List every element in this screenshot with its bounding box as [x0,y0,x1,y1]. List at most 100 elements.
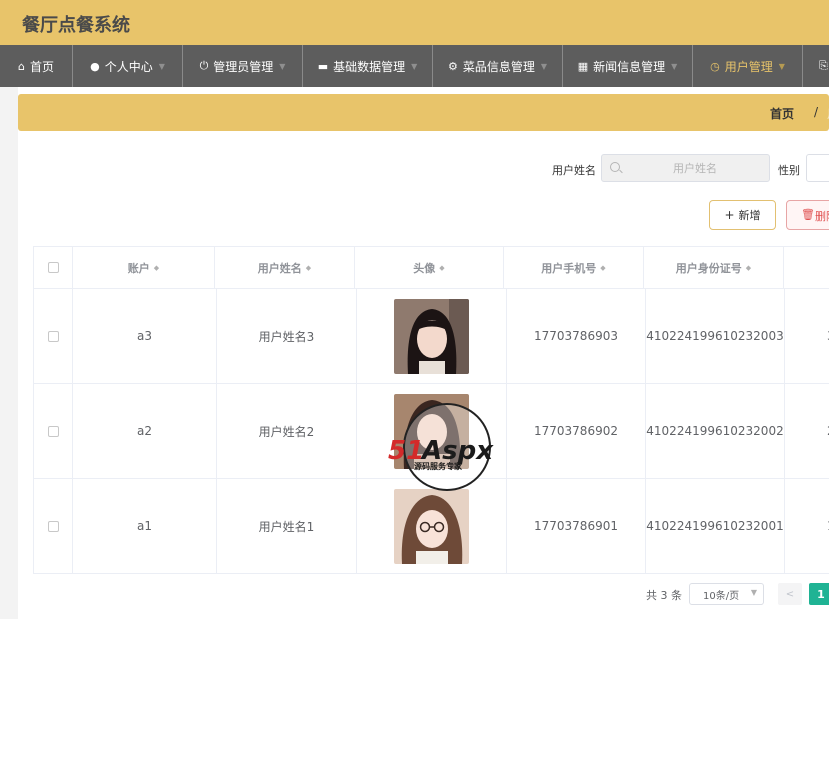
cell-user-name: 用户姓名1 [217,479,357,574]
nav-item-basic-data[interactable]: ▬ 基础数据管理 ▼ [303,45,433,87]
cell-extra: 2 [785,384,829,479]
name-search-field[interactable] [601,154,770,182]
chevron-down-icon: ▼ [671,61,678,71]
column-header-extra [784,247,829,289]
gender-select[interactable] [806,154,829,182]
cell-id-card: 410224199610232003 [646,289,785,384]
nav-item-dish-info[interactable]: ⚙ 菜品信息管理 ▼ [433,45,563,87]
column-header-id-card[interactable]: 用户身份证号 ◆ [644,247,784,289]
column-header-phone[interactable]: 用户手机号 ◆ [504,247,644,289]
home-icon: ⌂ [18,59,25,73]
row-select-cell [34,479,73,574]
sort-icon[interactable]: ◆ [600,264,605,272]
nav-label: 个人中心 [104,59,153,74]
nav-label: 菜品信息管理 [462,59,535,74]
nav-label: 管理员管理 [213,59,274,74]
column-header-label: 用户身份证号 [675,261,742,275]
chevron-down-icon: ▼ [158,61,165,71]
column-header-account[interactable]: 账户 ◆ [73,247,215,289]
cell-user-name: 用户姓名3 [217,289,357,384]
column-header-avatar[interactable]: 头像 ◆ [355,247,504,289]
add-button[interactable]: + 新增 [709,200,776,230]
name-search-label: 用户姓名 [552,164,596,177]
user-avatar[interactable] [394,488,469,564]
cell-avatar [357,384,507,479]
grid-icon: ▦ [577,59,589,73]
select-all-checkbox[interactable] [47,262,59,273]
monitor-icon: ▬ [317,59,329,73]
breadcrumb-home[interactable]: 首页 [770,105,794,122]
chevron-down-icon: ▼ [411,61,418,71]
gender-label: 性别 [778,164,800,177]
cell-avatar [357,479,507,574]
chevron-down-icon: ▼ [540,61,548,71]
gear-icon: ⚙ [447,59,458,73]
cell-extra: 1 [785,479,829,574]
nav-label: 用户管理 [724,59,773,74]
cell-id-card: 410224199610232001 [646,479,785,574]
page-number-button[interactable]: 1 [809,583,829,605]
power-icon: ⏻ [199,59,209,72]
column-header-label: 账户 [127,261,150,275]
name-search-input[interactable] [626,159,764,177]
sort-icon[interactable]: ◆ [746,264,751,272]
user-icon: ● [90,59,100,73]
cell-account: a2 [73,384,217,479]
nav-item-home[interactable]: ⌂ 首页 [0,45,73,87]
user-avatar[interactable] [394,393,469,469]
nav-label: 新闻信息管理 [593,59,666,74]
cell-user-name: 用户姓名2 [217,384,357,479]
nav-item-admin-management[interactable]: ⏻ 管理员管理 ▼ [183,45,303,87]
cell-phone: 17703786901 [507,479,646,574]
chevron-down-icon: ▼ [778,61,785,71]
sort-icon[interactable]: ◆ [306,264,311,272]
column-header-label: 头像 [413,261,436,275]
app-header: 餐厅点餐系统 [0,0,829,45]
logout-icon: ⎘ [819,59,828,72]
nav-label: 首页 [29,59,54,74]
nav-label: 基础数据管理 [333,59,406,74]
delete-button[interactable]: 🗑 删除 [786,200,829,230]
chevron-down-icon: ▼ [279,61,286,71]
cell-account: a1 [73,479,217,574]
pagination-total: 共 3 条 [646,589,682,602]
prev-page-button[interactable]: < [778,583,802,605]
cell-account: a3 [73,289,217,384]
cell-extra: 3 [785,289,829,384]
delete-button-label: 删除 [815,210,829,223]
page-size-value: 10条/页 [703,590,740,602]
add-button-label: 新增 [738,209,761,222]
row-select-cell [34,384,73,479]
cell-phone: 17703786902 [507,384,646,479]
breadcrumb-separator: / [814,105,819,119]
page-size-select[interactable]: 10条/页 ▼ [689,583,764,605]
search-icon [610,162,620,172]
row-checkbox[interactable] [47,520,59,532]
user-table: 账户 ◆ 用户姓名 ◆ 头像 ◆ 用户手机号 ◆ 用户身份证号 ◆ a3 用户姓… [33,246,829,574]
column-header-label: 用户手机号 [541,261,597,275]
nav-item-personal-center[interactable]: ● 个人中心 ▼ [73,45,183,87]
nav-item-overflow[interactable]: ⎘ [803,45,829,87]
plus-icon: + [724,208,735,222]
select-all-cell [34,247,73,289]
cell-id-card: 410224199610232002 [646,384,785,479]
app-title: 餐厅点餐系统 [22,15,130,36]
user-avatar[interactable] [394,298,469,374]
cell-phone: 17703786903 [507,289,646,384]
row-checkbox[interactable] [47,425,59,437]
breadcrumb: 首页 / 用户 [18,94,829,131]
clock-icon: ◷ [710,59,720,73]
row-select-cell [34,289,73,384]
sort-icon[interactable]: ◆ [439,264,444,272]
row-checkbox[interactable] [47,330,59,342]
sort-icon[interactable]: ◆ [154,264,159,272]
nav-item-user-management[interactable]: ◷ 用户管理 ▼ [693,45,803,87]
top-navbar: ⌂ 首页 ● 个人中心 ▼ ⏻ 管理员管理 ▼ ▬ 基础数据管理 ▼ ⚙ 菜品信… [0,45,829,87]
column-header-label: 用户姓名 [257,261,302,275]
left-gutter [0,87,18,619]
cell-avatar [357,289,507,384]
trash-icon: 🗑 [801,208,815,221]
nav-item-news-info[interactable]: ▦ 新闻信息管理 ▼ [563,45,693,87]
chevron-down-icon: ▼ [750,588,757,597]
column-header-user-name[interactable]: 用户姓名 ◆ [215,247,355,289]
